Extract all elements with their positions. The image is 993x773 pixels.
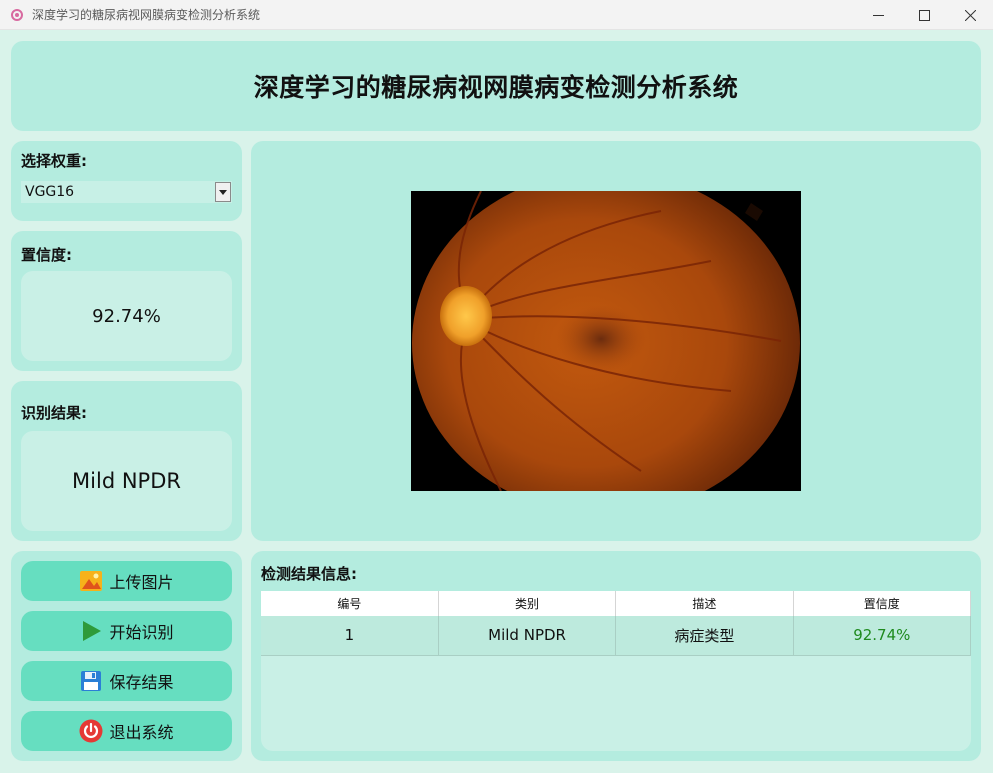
cell-description[interactable]: 病症类型: [615, 616, 794, 656]
column-header-confidence[interactable]: 置信度: [793, 591, 972, 616]
confidence-label: 置信度:: [21, 246, 72, 264]
close-icon: [964, 9, 976, 21]
confidence-value: 92.74%: [21, 271, 232, 361]
column-header-class[interactable]: 类别: [438, 591, 617, 616]
table-row[interactable]: 1 Mild NPDR 病症类型 92.74%: [261, 616, 972, 656]
detection-info-label: 检测结果信息:: [261, 565, 357, 583]
start-recognition-button[interactable]: 开始识别: [21, 611, 232, 651]
result-panel: 识别结果: Mild NPDR: [11, 381, 242, 541]
column-header-description[interactable]: 描述: [615, 591, 794, 616]
play-icon: [79, 619, 103, 643]
action-buttons-panel: 上传图片 开始识别 保存结果 退出系统: [11, 551, 242, 761]
fundus-image: [411, 191, 801, 491]
cell-id[interactable]: 1: [261, 616, 439, 656]
minimize-button[interactable]: [855, 0, 901, 30]
header-panel: 深度学习的糖尿病视网膜病变检测分析系统: [11, 41, 981, 131]
app-logo-icon: [11, 8, 23, 21]
column-header-id[interactable]: 编号: [261, 591, 439, 616]
weights-panel: 选择权重: VGG16: [11, 141, 242, 221]
dropdown-arrow-icon[interactable]: [215, 182, 231, 202]
maximize-button[interactable]: [901, 0, 947, 30]
weights-selected-value: VGG16: [25, 184, 75, 200]
weights-label: 选择权重:: [21, 152, 87, 170]
save-button-label: 保存结果: [109, 673, 174, 692]
cell-confidence[interactable]: 92.74%: [793, 616, 972, 656]
cell-class[interactable]: Mild NPDR: [438, 616, 617, 656]
minimize-icon: [872, 14, 884, 16]
close-button[interactable]: [947, 0, 993, 30]
upload-image-button[interactable]: 上传图片: [21, 561, 232, 601]
exit-button-label: 退出系统: [109, 723, 174, 742]
confidence-panel: 置信度: 92.74%: [11, 231, 242, 371]
main-content: 深度学习的糖尿病视网膜病变检测分析系统 选择权重: VGG16 置信度: 92.…: [1, 30, 992, 772]
results-table: 编号 类别 描述 置信度 1 Mild NPDR 病症类型 92.74%: [261, 591, 972, 656]
page-title: 深度学习的糖尿病视网膜病变检测分析系统: [253, 73, 739, 102]
maximize-icon: [918, 9, 930, 21]
weights-select[interactable]: VGG16: [21, 181, 232, 203]
window-title: 深度学习的糖尿病视网膜病变检测分析系统: [32, 8, 261, 22]
save-result-button[interactable]: 保存结果: [21, 661, 232, 701]
result-value: Mild NPDR: [21, 431, 232, 531]
exit-system-button[interactable]: 退出系统: [21, 711, 232, 751]
window-titlebar: 深度学习的糖尿病视网膜病变检测分析系统: [0, 0, 993, 30]
image-panel: [251, 141, 981, 541]
start-button-label: 开始识别: [109, 623, 174, 642]
results-table-container[interactable]: 编号 类别 描述 置信度 1 Mild NPDR 病症类型 92.74%: [261, 591, 972, 751]
save-disk-icon: [79, 669, 103, 693]
power-icon: [79, 719, 103, 743]
table-header-row: 编号 类别 描述 置信度: [261, 591, 972, 616]
result-label: 识别结果:: [21, 404, 87, 422]
upload-button-label: 上传图片: [109, 573, 174, 592]
image-icon: [79, 569, 103, 593]
detection-info-panel: 检测结果信息: 编号 类别 描述 置信度 1 Mild NPDR 病症类型 92…: [251, 551, 981, 761]
